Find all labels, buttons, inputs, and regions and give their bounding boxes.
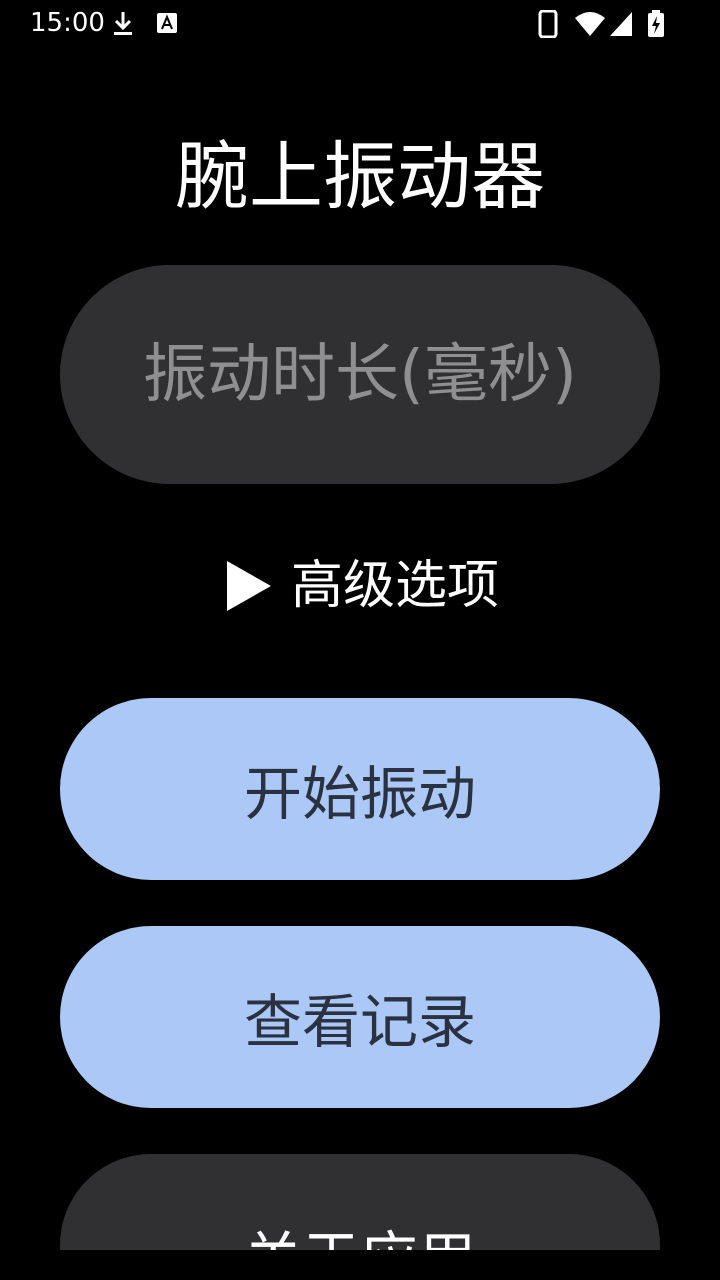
about-app-button[interactable]: 关于应用	[60, 1154, 660, 1250]
scroll-viewport: 关于应用	[0, 0, 720, 1250]
